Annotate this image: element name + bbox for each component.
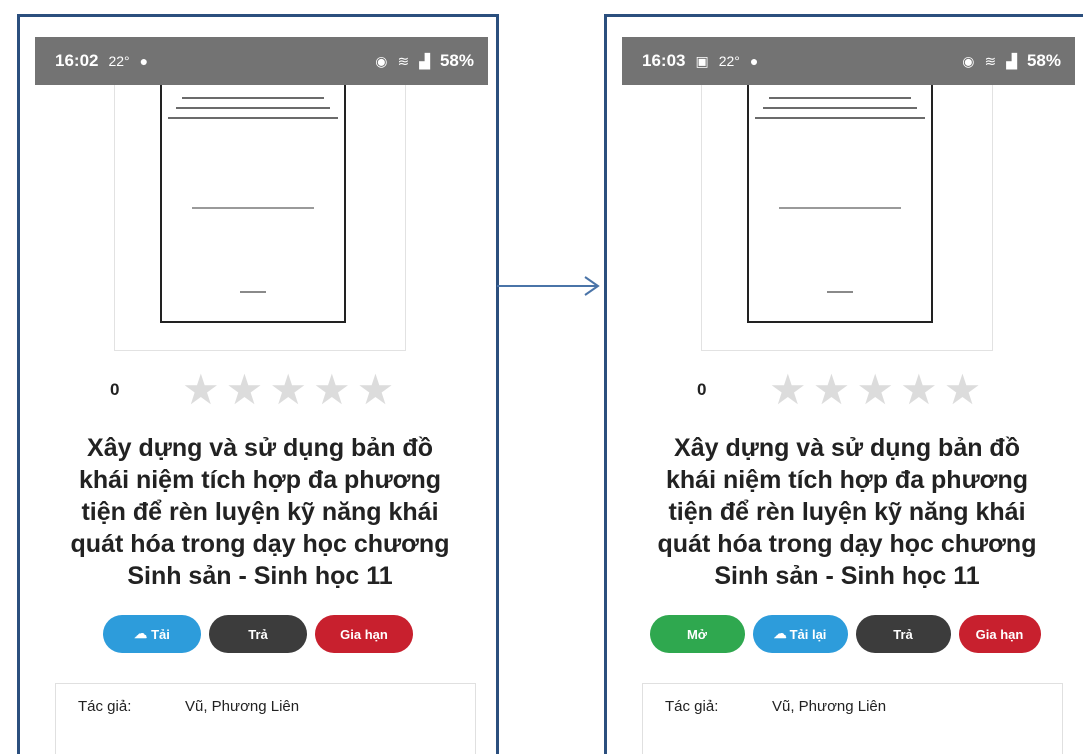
action-buttons: ☁ Tải Trả Gia hạn [20, 615, 496, 653]
renew-button[interactable]: Gia hạn [958, 615, 1041, 653]
author-row: Tác giả: Vũ, Phương Liên [78, 698, 299, 715]
status-bar: 16:03 ▣ 22° ● ◉ ≋ ▟ 58% [622, 37, 1075, 85]
rating-count: 0 [697, 380, 707, 399]
phone-screenshot-before: 16:02 22° ● ◉ ≋ ▟ 58% 0 ★ ★ ★ ★ ★ Xây dự [17, 14, 499, 754]
weather-icon: 22° [718, 53, 740, 69]
return-button-label: Trả [248, 626, 268, 642]
redownload-button-label: Tải lại [789, 626, 827, 642]
document-thumbnail-card[interactable] [701, 85, 993, 351]
author-value[interactable]: Vũ, Phương Liên [185, 698, 299, 715]
status-time: 16:03 [642, 51, 686, 70]
star-icon[interactable]: ★ [226, 369, 264, 411]
return-button[interactable]: Trả [209, 615, 307, 653]
document-title: Xây dựng và sử dụng bản đồ khái niệm tíc… [70, 434, 450, 590]
document-info-panel: Tác giả: Vũ, Phương Liên [55, 683, 476, 754]
star-icon[interactable]: ★ [269, 369, 307, 411]
signal-icon: ▟ [1006, 52, 1017, 69]
wifi-icon: ≋ [397, 52, 410, 69]
wifi-icon: ≋ [984, 52, 997, 69]
cloud-download-icon: ☁ [773, 626, 787, 641]
status-bar: 16:02 22° ● ◉ ≋ ▟ 58% [35, 37, 488, 85]
document-cover-image [160, 85, 346, 323]
vibrate-icon: ◉ [962, 52, 975, 69]
transition-arrow-icon [497, 276, 600, 296]
return-button[interactable]: Trả [855, 615, 951, 653]
phone-screenshot-after: 16:03 ▣ 22° ● ◉ ≋ ▟ 58% 0 ★ ★ ★ ★ ★ Xây … [604, 14, 1083, 754]
action-buttons: Mở ☁ Tải lại Trả Gia hạn [607, 615, 1083, 653]
star-icon[interactable]: ★ [944, 369, 982, 411]
renew-button-label: Gia hạn [975, 626, 1024, 642]
star-icon[interactable]: ★ [313, 369, 351, 411]
open-button[interactable]: Mở [649, 615, 745, 653]
star-icon[interactable]: ★ [900, 369, 938, 411]
document-cover-image [747, 85, 933, 323]
star-icon[interactable]: ★ [856, 369, 894, 411]
notification-dot-icon: ● [749, 53, 759, 69]
download-button[interactable]: ☁ Tải [103, 615, 201, 653]
renew-button[interactable]: Gia hạn [315, 615, 413, 653]
document-title: Xây dựng và sử dụng bản đồ khái niệm tíc… [657, 434, 1037, 590]
star-icon[interactable]: ★ [182, 369, 220, 411]
document-thumbnail-card[interactable] [114, 85, 406, 351]
battery-percent: 58% [1026, 51, 1061, 70]
star-icon[interactable]: ★ [813, 369, 851, 411]
star-rating[interactable]: ★ ★ ★ ★ ★ [769, 369, 981, 411]
renew-button-label: Gia hạn [340, 626, 388, 642]
author-row: Tác giả: Vũ, Phương Liên [665, 698, 886, 715]
open-button-label: Mở [686, 626, 708, 642]
rating-count: 0 [110, 380, 120, 399]
star-rating[interactable]: ★ ★ ★ ★ ★ [182, 369, 394, 411]
rating-row: 0 ★ ★ ★ ★ ★ [697, 369, 981, 411]
document-info-panel: Tác giả: Vũ, Phương Liên [642, 683, 1063, 754]
author-label: Tác giả: [665, 698, 719, 715]
vibrate-icon: ◉ [375, 52, 388, 69]
return-button-label: Trả [893, 626, 913, 642]
battery-percent: 58% [439, 51, 474, 70]
cloud-download-icon: ☁ [134, 626, 148, 641]
redownload-button[interactable]: ☁ Tải lại [752, 615, 848, 653]
author-value[interactable]: Vũ, Phương Liên [772, 698, 886, 715]
notification-dot-icon: ● [139, 53, 149, 69]
weather-icon: 22° [108, 53, 130, 69]
status-time: 16:02 [55, 51, 99, 70]
star-icon[interactable]: ★ [357, 369, 395, 411]
star-icon[interactable]: ★ [769, 369, 807, 411]
download-button-label: Tải [151, 626, 170, 642]
rating-row: 0 ★ ★ ★ ★ ★ [110, 369, 394, 411]
gallery-icon: ▣ [695, 52, 709, 69]
author-label: Tác giả: [78, 698, 132, 715]
signal-icon: ▟ [419, 52, 430, 69]
